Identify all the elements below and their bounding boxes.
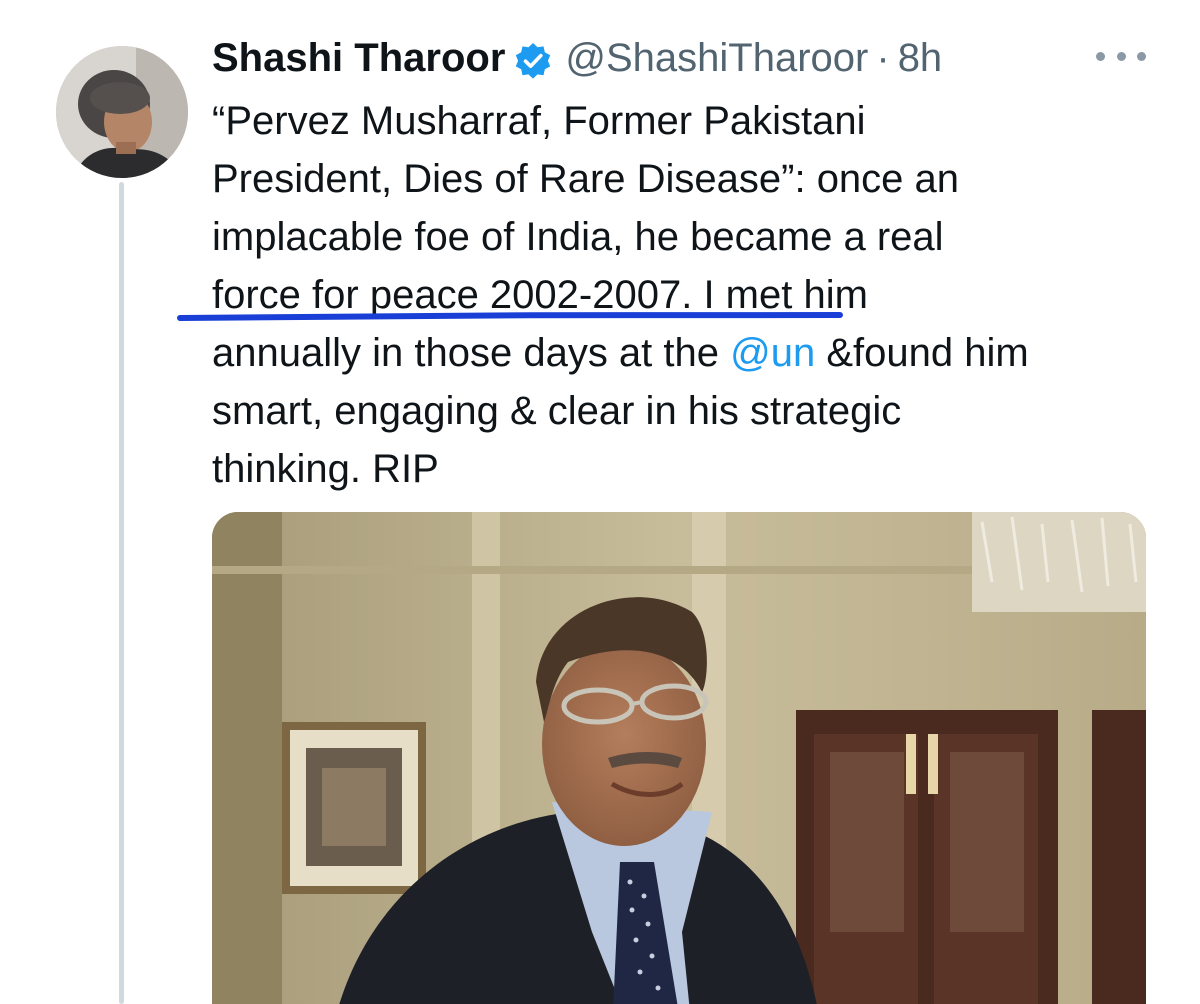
tweet-text-line: implacable foe of India, he became a rea… (212, 215, 944, 259)
photo-image (212, 512, 1146, 1004)
mention-link[interactable]: @un (730, 331, 815, 375)
timestamp[interactable]: 8h (898, 28, 943, 88)
tweet-text-line: “Pervez Musharraf, Former Pakistani (212, 99, 866, 143)
more-options-icon[interactable] (1096, 44, 1146, 68)
tweet-text: “Pervez Musharraf, Former Pakistani Pres… (212, 92, 1172, 498)
tweet-text-line: thinking. RIP (212, 447, 439, 491)
thread-line (119, 182, 124, 1004)
tweet-text-line: smart, engaging & clear in his strategic (212, 389, 902, 433)
user-handle[interactable]: @ShashiTharoor (565, 28, 868, 88)
separator-dot: · (876, 36, 890, 80)
blue-underline-annotation (177, 312, 843, 321)
avatar[interactable] (56, 46, 188, 178)
display-name[interactable]: Shashi Tharoor (212, 28, 505, 88)
tweet[interactable]: Shashi Tharoor @ShashiTharoor · 8h “Perv… (0, 0, 1200, 1004)
verified-badge-icon (513, 38, 553, 79)
tweet-media-photo[interactable] (212, 512, 1146, 1004)
tweet-text-line: President, Dies of Rare Disease”: once a… (212, 157, 960, 201)
tweet-header: Shashi Tharoor @ShashiTharoor · 8h (212, 28, 942, 88)
avatar-photo (56, 46, 188, 178)
tweet-text-segment: annually in those days at the (212, 331, 731, 375)
tweet-text-line: annually in those days at the @un &found… (212, 324, 1172, 382)
tweet-text-segment: &found him (815, 331, 1029, 375)
